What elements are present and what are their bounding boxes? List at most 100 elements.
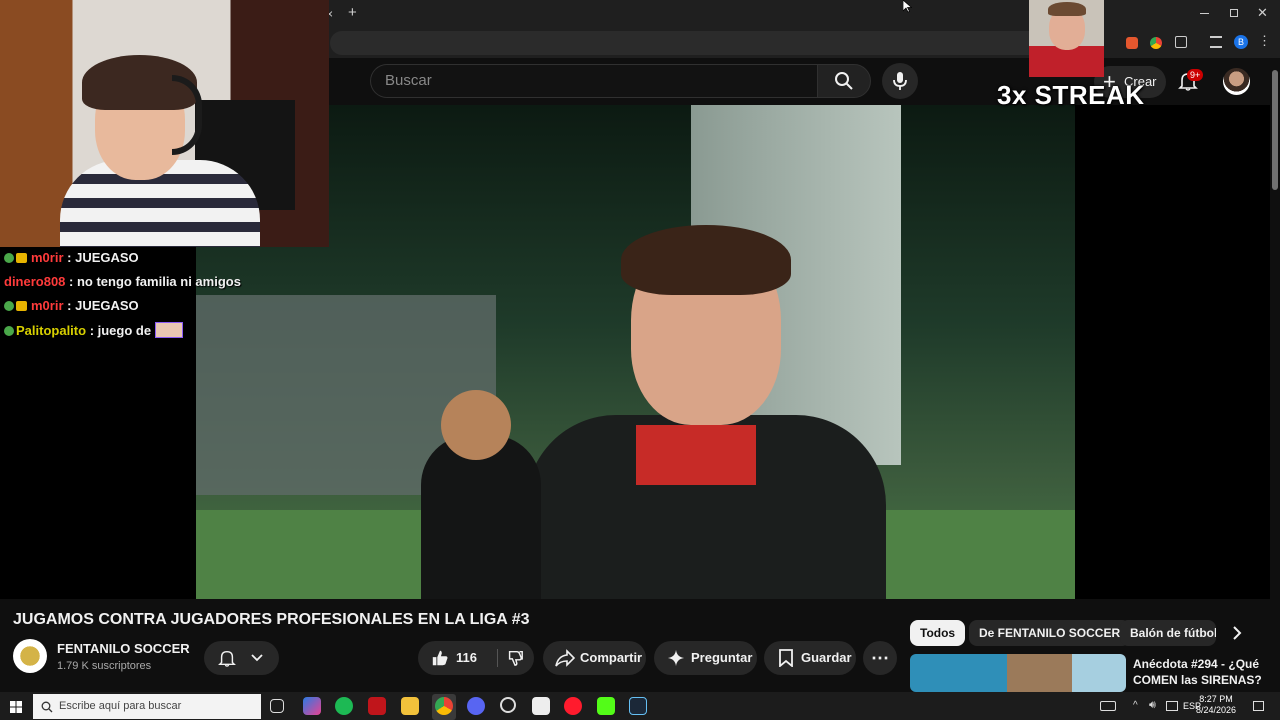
minimize-icon[interactable] xyxy=(1200,13,1209,14)
subscriber-count: 1.79 K suscriptores xyxy=(57,660,152,672)
search-button[interactable] xyxy=(817,64,871,98)
copilot-icon[interactable] xyxy=(303,697,321,715)
notification-center-icon[interactable] xyxy=(1253,701,1264,711)
streamer-webcam xyxy=(0,0,329,247)
new-tab-button[interactable]: + xyxy=(348,5,357,20)
chat-username: m0rir xyxy=(31,250,64,265)
share-label: Compartir xyxy=(580,650,643,665)
taskbar-search-input[interactable]: Escribe aquí para buscar xyxy=(33,694,261,719)
browser-tab-bar xyxy=(329,0,1280,28)
chat-username: Palitopalito xyxy=(16,323,87,338)
steam-icon[interactable] xyxy=(629,697,647,715)
network-icon[interactable] xyxy=(1166,701,1178,711)
chat-username: dinero808 xyxy=(4,274,66,289)
chat-message: Palitopalito : juego de xyxy=(4,322,184,338)
chevron-up-icon[interactable]: ^ xyxy=(1133,700,1138,711)
chevron-right-icon xyxy=(1233,626,1242,640)
chat-message: dinero808 : no tengo familia ni amigos xyxy=(4,274,241,289)
like-count: 116 xyxy=(456,650,477,665)
crown-badge-icon xyxy=(16,301,27,311)
dislike-button[interactable] xyxy=(498,641,534,675)
search-icon xyxy=(835,72,853,90)
sparkle-icon xyxy=(667,649,685,667)
background-player-head xyxy=(441,390,511,460)
subscription-bell-button[interactable] xyxy=(204,641,279,675)
chat-message: m0rir : JUEGASO xyxy=(4,250,139,265)
clock-date: 8/24/2026 xyxy=(1196,705,1237,715)
right-panel xyxy=(1075,105,1270,599)
guest-hair xyxy=(1048,2,1086,16)
microphone-icon xyxy=(893,72,907,90)
bookmark-icon xyxy=(779,649,793,667)
taskbar-clock[interactable]: 8:27 PM 8/24/2026 xyxy=(1196,694,1236,716)
share-icon xyxy=(555,649,575,667)
extension-icon[interactable] xyxy=(1126,37,1138,49)
app-icon[interactable] xyxy=(500,697,516,713)
ask-button[interactable]: Preguntar xyxy=(654,641,757,675)
channel-name[interactable]: FENTANILO SOCCER xyxy=(57,641,190,656)
window-controls: ✕ xyxy=(1196,6,1268,22)
chat-username: m0rir xyxy=(31,298,64,313)
address-field[interactable] xyxy=(330,31,1050,55)
sub-badge-icon xyxy=(4,326,14,336)
chip-channel[interactable]: De FENTANILO SOCCER xyxy=(969,620,1131,646)
puzzle-icon[interactable] xyxy=(1175,36,1187,48)
extension-icon[interactable] xyxy=(1150,37,1162,49)
crown-badge-icon xyxy=(16,253,27,263)
restore-icon[interactable] xyxy=(1230,9,1238,17)
kick-icon[interactable] xyxy=(597,697,615,715)
more-horizontal-icon: ⋯ xyxy=(871,648,889,668)
search-icon xyxy=(41,701,53,713)
volume-icon[interactable]: 🔊︎ xyxy=(1149,699,1156,712)
app-icon[interactable] xyxy=(532,697,550,715)
player-hair xyxy=(621,225,791,295)
account-avatar[interactable] xyxy=(1223,68,1250,95)
chrome-icon[interactable] xyxy=(435,697,453,715)
chevron-down-icon xyxy=(251,654,263,662)
recommended-thumbnail[interactable] xyxy=(910,654,1126,692)
opera-icon[interactable] xyxy=(564,697,582,715)
emote-icon xyxy=(155,322,184,338)
spotify-icon[interactable] xyxy=(335,697,353,715)
extensions-area: B ⋮ xyxy=(1126,34,1271,50)
ask-label: Preguntar xyxy=(691,650,753,665)
chat-message: m0rir : JUEGASO xyxy=(4,298,139,313)
sub-badge-icon xyxy=(4,301,14,311)
secondary-webcam xyxy=(1029,0,1104,77)
file-explorer-icon[interactable] xyxy=(401,697,419,715)
video-title: JUGAMOS CONTRA JUGADORES PROFESIONALES E… xyxy=(13,611,530,628)
more-actions-button[interactable]: ⋯ xyxy=(863,641,897,675)
search-input[interactable]: Buscar xyxy=(370,64,817,98)
chat-text: : JUEGASO xyxy=(67,298,139,313)
chips-next-button[interactable] xyxy=(1226,620,1248,646)
windows-start-icon[interactable] xyxy=(10,700,22,713)
chat-text: : JUEGASO xyxy=(67,250,139,265)
scrollbar-thumb[interactable] xyxy=(1272,70,1278,190)
task-view-icon[interactable] xyxy=(270,699,284,713)
profile-avatar[interactable]: B xyxy=(1234,35,1248,49)
thumbs-down-icon xyxy=(508,650,523,666)
save-button[interactable]: Guardar xyxy=(764,641,856,675)
chat-text: : juego de xyxy=(89,323,152,338)
bell-icon xyxy=(218,650,236,667)
app-icon[interactable] xyxy=(368,697,386,715)
media-icon[interactable] xyxy=(1210,36,1222,48)
like-button[interactable]: 116 xyxy=(418,641,496,675)
discord-icon[interactable] xyxy=(467,697,485,715)
share-button[interactable]: Compartir xyxy=(543,641,646,675)
chip-todos[interactable]: Todos xyxy=(910,620,966,646)
channel-avatar[interactable] xyxy=(13,639,47,673)
chip-football[interactable]: Balón de fútbol xyxy=(1120,620,1216,646)
voice-search-button[interactable] xyxy=(882,63,918,99)
like-dislike-group: 116 xyxy=(418,641,534,675)
clock-time: 8:27 PM xyxy=(1199,694,1233,704)
close-window-icon[interactable]: ✕ xyxy=(1257,6,1268,20)
save-label: Guardar xyxy=(801,650,852,665)
chat-text: : no tengo familia ni amigos xyxy=(69,274,241,289)
streak-overlay: 3x STREAK xyxy=(997,80,1145,110)
recommended-title[interactable]: Anécdota #294 - ¿Qué COMEN las SIRENAS? xyxy=(1133,656,1268,688)
mouse-cursor-icon xyxy=(902,0,913,13)
menu-kebab-icon[interactable]: ⋮ xyxy=(1258,34,1271,48)
thumbs-up-icon xyxy=(432,650,448,666)
keyboard-icon[interactable] xyxy=(1100,701,1116,711)
